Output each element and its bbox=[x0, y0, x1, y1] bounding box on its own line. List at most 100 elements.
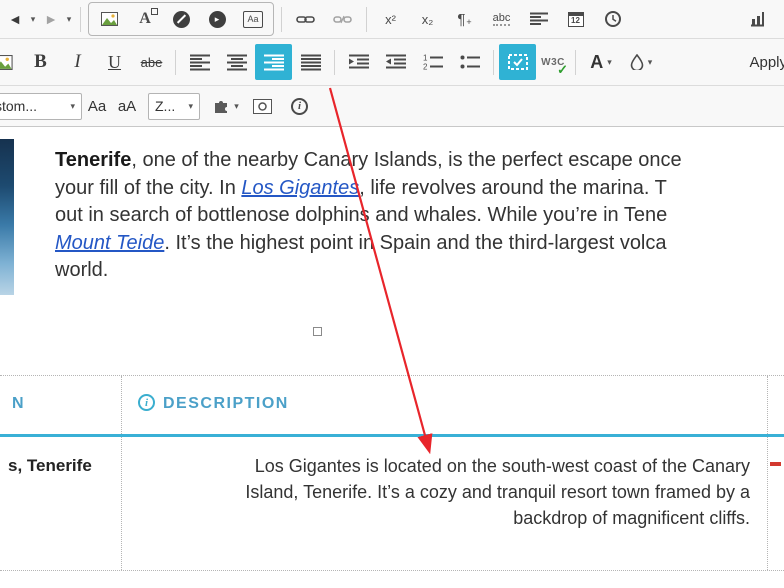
w3c-validate-button[interactable]: W3C ✓ bbox=[536, 47, 570, 77]
align-right-button-active[interactable] bbox=[255, 44, 292, 80]
embedded-photo-edge[interactable] bbox=[0, 139, 14, 295]
insert-time-button[interactable] bbox=[594, 1, 631, 37]
paragraph-line-3: out in search of bottlenose dolphins and… bbox=[55, 202, 682, 230]
undo-button[interactable]: ◄ bbox=[3, 6, 27, 32]
textfield-icon: Aa bbox=[243, 10, 263, 28]
editor-paragraph[interactable]: Tenerife, one of the nearby Canary Islan… bbox=[55, 147, 682, 285]
bold-text: Tenerife bbox=[55, 149, 132, 171]
toolbar-row-2: B I U abe 12 W3C ✓ A ▾ ▾ Apply bbox=[0, 39, 784, 86]
table-cell-col3[interactable] bbox=[768, 437, 784, 570]
aA-case-icon: aA bbox=[117, 97, 137, 115]
text-segment: your fill of the city. In bbox=[55, 176, 242, 199]
zoom-value: Z... bbox=[155, 98, 176, 114]
align-left-icon bbox=[189, 54, 210, 70]
redo-button[interactable]: ► bbox=[39, 6, 63, 32]
list-number-2: 2 bbox=[423, 63, 428, 71]
paragraph-insert-button[interactable]: ¶ + bbox=[446, 1, 483, 37]
spellcheck-button[interactable]: abc bbox=[483, 1, 520, 37]
text-direction-button[interactable] bbox=[520, 1, 557, 37]
anchor-a-icon: A bbox=[139, 8, 158, 28]
chart-button[interactable] bbox=[739, 1, 776, 37]
check-icon: ✓ bbox=[557, 62, 568, 77]
toolbar-separator bbox=[80, 6, 81, 32]
plugins-button[interactable]: ▾ bbox=[208, 92, 244, 120]
align-center-button[interactable] bbox=[218, 44, 255, 80]
text-segment: , one of the nearby Canary Islands, is t… bbox=[131, 149, 682, 171]
clock-icon bbox=[604, 11, 621, 27]
table-header-col1[interactable]: N bbox=[0, 376, 122, 434]
info-icon: i bbox=[291, 97, 308, 115]
link-button[interactable] bbox=[287, 1, 324, 37]
underline-button[interactable]: U bbox=[96, 44, 133, 80]
table-header-row: N i DESCRIPTION bbox=[0, 375, 784, 437]
increase-indent-button[interactable] bbox=[340, 44, 377, 80]
about-button[interactable]: i bbox=[281, 88, 318, 124]
toolbar-row-1: ◄ ▾ ► ▾ A ▸ Aa x² x₂ ¶ + abc 12 bbox=[0, 0, 784, 39]
background-color-button[interactable]: ▾ bbox=[621, 45, 661, 79]
link-mount-teide[interactable]: Mount Teide bbox=[55, 232, 164, 254]
numbered-list-button[interactable]: 12 bbox=[414, 44, 451, 80]
redo-icon: ► bbox=[44, 11, 58, 27]
subscript-button[interactable]: x₂ bbox=[409, 1, 446, 37]
bold-button[interactable]: B bbox=[22, 44, 59, 80]
content-table: N i DESCRIPTION s, Tenerife Los Gigantes… bbox=[0, 375, 784, 571]
anchor-letter: A bbox=[139, 10, 151, 27]
paragraph-lines-icon bbox=[529, 12, 548, 25]
info-icon: i bbox=[138, 394, 155, 411]
text-segment: , life revolves around the marina. T bbox=[359, 176, 667, 199]
pilcrow-icon: ¶ bbox=[457, 10, 466, 28]
media-button[interactable]: ▸ bbox=[199, 5, 235, 33]
chevron-down-icon: ▾ bbox=[234, 100, 239, 111]
slideshow-icon bbox=[253, 98, 272, 114]
align-justify-button[interactable] bbox=[292, 44, 329, 80]
align-right-icon bbox=[263, 54, 284, 70]
font-color-button[interactable]: A ▾ bbox=[581, 45, 621, 79]
paragraph-line-2: your fill of the city. In Los Gigantes, … bbox=[55, 175, 682, 203]
paragraph-line-5: world. bbox=[55, 257, 682, 285]
align-center-icon bbox=[226, 54, 247, 70]
align-left-button[interactable] bbox=[181, 44, 218, 80]
table-header-description[interactable]: i DESCRIPTION bbox=[122, 376, 768, 434]
bulleted-list-button[interactable] bbox=[451, 44, 488, 80]
insert-image-button[interactable] bbox=[91, 5, 127, 33]
text-segment: world. bbox=[55, 259, 109, 281]
image-properties-button[interactable] bbox=[0, 44, 22, 80]
apply-styles-button[interactable]: Apply bbox=[749, 54, 784, 71]
description-line-1: Los Gigantes is located on the south-wes… bbox=[254, 456, 750, 476]
italic-button[interactable]: I bbox=[59, 44, 96, 80]
decrease-indent-button[interactable] bbox=[377, 44, 414, 80]
show-blocks-button-active[interactable] bbox=[499, 44, 536, 80]
underline-icon: U bbox=[108, 51, 121, 72]
placeholder-button[interactable]: A bbox=[127, 5, 163, 33]
bar-chart-icon bbox=[751, 12, 764, 27]
puzzle-icon bbox=[215, 101, 228, 113]
toolbar-row-3: stom... ▾ Aa aA Z... ▾ ▾ i bbox=[0, 86, 784, 127]
strikethrough-icon: abe bbox=[140, 54, 163, 70]
redo-dropdown[interactable]: ▾ bbox=[63, 6, 75, 32]
toggle-case-button[interactable]: aA bbox=[112, 92, 142, 120]
table-cell-description[interactable]: Los Gigantes is located on the south-wes… bbox=[122, 437, 768, 570]
media-disc-icon: ▸ bbox=[208, 10, 226, 28]
undo-dropdown[interactable]: ▾ bbox=[27, 6, 39, 32]
superscript-square-icon bbox=[150, 8, 158, 15]
text-segment: out in search of bottlenose dolphins and… bbox=[55, 204, 668, 226]
zoom-dropdown[interactable]: Z... ▾ bbox=[148, 92, 200, 120]
list-number-1: 1 bbox=[423, 54, 428, 63]
sentence-case-button[interactable]: Aa bbox=[82, 92, 112, 120]
strikethrough-button[interactable]: abe bbox=[133, 44, 170, 80]
text-field-button[interactable]: Aa bbox=[235, 5, 271, 33]
link-los-gigantes[interactable]: Los Gigantes bbox=[241, 177, 359, 199]
table-cell-location[interactable]: s, Tenerife bbox=[0, 437, 122, 570]
indent-icon bbox=[348, 54, 369, 69]
superscript-icon: x² bbox=[385, 11, 396, 27]
table-header-col3[interactable] bbox=[768, 376, 784, 434]
insert-date-button[interactable]: 12 bbox=[557, 1, 594, 37]
superscript-button[interactable]: x² bbox=[372, 1, 409, 37]
slideshow-button[interactable] bbox=[244, 88, 281, 124]
numbered-list-icon: 12 bbox=[423, 54, 443, 70]
unlink-button[interactable] bbox=[324, 1, 361, 37]
custom-styles-dropdown[interactable]: stom... ▾ bbox=[0, 92, 82, 120]
resize-handle[interactable] bbox=[313, 327, 322, 336]
flash-button[interactable] bbox=[163, 5, 199, 33]
info-letter: i bbox=[144, 396, 149, 409]
